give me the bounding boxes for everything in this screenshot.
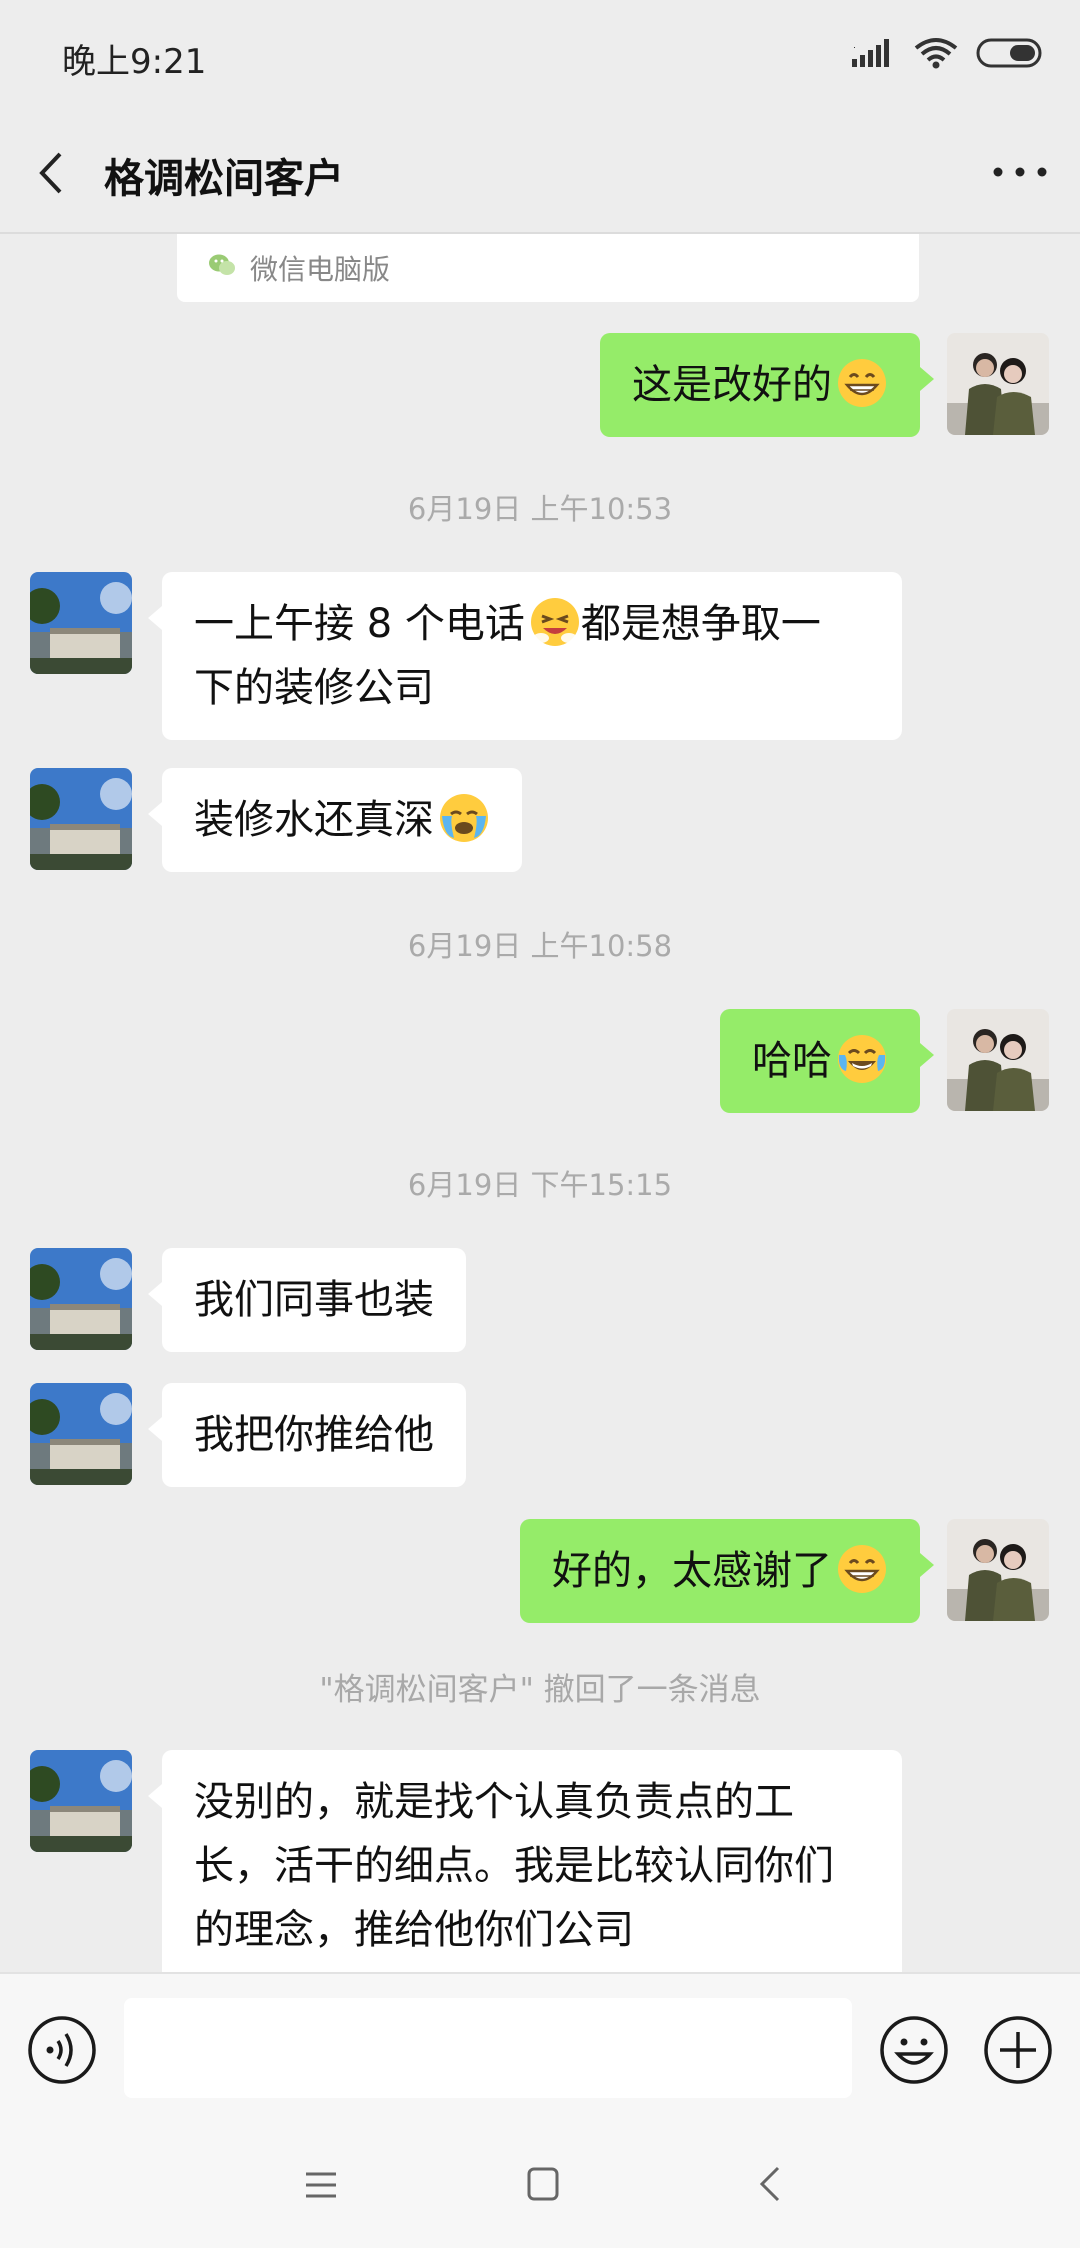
avatar[interactable] xyxy=(947,1519,1049,1621)
status-icons xyxy=(852,36,1044,70)
battery-icon xyxy=(976,38,1042,68)
message-text: 下的装修公司 xyxy=(194,665,434,711)
building-photo xyxy=(30,1383,132,1485)
message-text: 我把你推给他 xyxy=(194,1412,434,1458)
building-photo xyxy=(30,1248,132,1350)
grin-emoji-icon xyxy=(836,357,888,409)
signal-icon xyxy=(852,39,889,67)
message-text: 我们同事也装 xyxy=(194,1277,434,1323)
input-bar xyxy=(0,1972,1080,2120)
grin-emoji-icon xyxy=(836,1543,888,1595)
chat-area[interactable]: 微信电脑版 这是改好的 6月19日 上午10:53 一上午接 8 个电话 都是想… xyxy=(0,234,1080,1972)
sent-message[interactable]: 哈哈 xyxy=(720,1009,934,1113)
building-photo xyxy=(30,1750,132,1852)
avatar[interactable] xyxy=(30,1248,132,1350)
message-text: 没别的，就是找个认真负责点的工 xyxy=(194,1779,794,1825)
card-source-label: 微信电脑版 xyxy=(250,253,391,286)
recall-notice: "格调松间客户" 撤回了一条消息 xyxy=(319,1672,761,1708)
message-input[interactable] xyxy=(124,1998,852,2098)
avatar[interactable] xyxy=(30,1383,132,1485)
couple-photo xyxy=(947,1519,1049,1621)
message-text: 长，活干的细点。我是比较认同你们 xyxy=(194,1843,834,1889)
crying-emoji-icon xyxy=(438,792,490,844)
more-dots-icon[interactable] xyxy=(988,150,1052,194)
status-bar: 晚上9:21 xyxy=(0,0,1080,110)
building-photo xyxy=(30,572,132,674)
received-message[interactable]: 没别的，就是找个认真负责点的工 长，活干的细点。我是比较认同你们 的理念，推给他… xyxy=(148,1750,902,1972)
avatar[interactable] xyxy=(30,1750,132,1852)
chat-title: 格调松间客户 xyxy=(104,156,344,202)
timestamp: 6月19日 上午10:58 xyxy=(407,929,673,963)
wifi-icon xyxy=(914,38,958,69)
avatar[interactable] xyxy=(947,333,1049,435)
avatar[interactable] xyxy=(30,768,132,870)
system-nav-bar xyxy=(0,2120,1080,2248)
home-icon[interactable] xyxy=(526,2166,560,2202)
message-text: 好的，太感谢了 xyxy=(552,1548,832,1594)
voice-icon[interactable] xyxy=(26,2014,98,2086)
message-text: 的理念，推给他你们公司 xyxy=(194,1907,634,1953)
sent-message[interactable]: 好的，太感谢了 xyxy=(520,1519,934,1623)
couple-photo xyxy=(947,333,1049,435)
avatar[interactable] xyxy=(947,1009,1049,1111)
message-text: 这是改好的 xyxy=(632,362,832,408)
chat-header: 格调松间客户 xyxy=(0,110,1080,234)
building-photo xyxy=(30,768,132,870)
chevron-left-icon[interactable] xyxy=(32,150,72,196)
emoji-icon[interactable] xyxy=(878,2014,950,2086)
back-icon[interactable] xyxy=(756,2164,784,2204)
message-text: 一上午接 8 个电话 xyxy=(194,601,525,647)
message-text: 哈哈 xyxy=(752,1038,832,1084)
received-message[interactable]: 装修水还真深 xyxy=(148,768,522,872)
plus-icon[interactable] xyxy=(982,2014,1054,2086)
message-text: 都是想争取一 xyxy=(580,601,821,647)
received-message[interactable]: 一上午接 8 个电话 都是想争取一 下的装修公司 xyxy=(148,572,902,740)
couple-photo xyxy=(947,1009,1049,1111)
sent-message[interactable]: 这是改好的 xyxy=(600,333,934,437)
wechat-icon xyxy=(209,254,235,275)
avatar[interactable] xyxy=(30,572,132,674)
menu-icon[interactable] xyxy=(302,2168,340,2202)
steam-emoji-icon xyxy=(529,596,581,648)
timestamp: 6月19日 下午15:15 xyxy=(407,1168,673,1202)
shared-card[interactable]: 微信电脑版 xyxy=(177,234,919,302)
timestamp: 6月19日 上午10:53 xyxy=(407,492,673,526)
laughing-tears-emoji-icon xyxy=(836,1033,888,1085)
message-text: 装修水还真深 xyxy=(194,797,434,843)
received-message[interactable]: 我把你推给他 xyxy=(148,1383,466,1487)
received-message[interactable]: 我们同事也装 xyxy=(148,1248,466,1352)
status-time: 晚上9:21 xyxy=(62,42,207,82)
